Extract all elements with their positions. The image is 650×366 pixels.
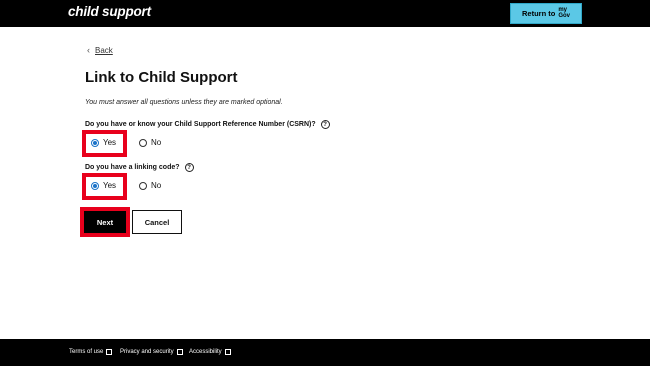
- external-link-icon: [224, 349, 231, 355]
- footer-link-privacy[interactable]: Privacy and security: [120, 349, 183, 355]
- help-icon[interactable]: ?: [184, 163, 194, 172]
- mygov-logo: my Gov: [558, 7, 570, 19]
- external-link-icon: [106, 349, 113, 355]
- radio-csrn-no-label: No: [151, 138, 162, 147]
- site-footer: Terms of use Privacy and security Access…: [0, 339, 650, 366]
- radio-csrn-yes[interactable]: Yes: [91, 138, 116, 147]
- brand-logo[interactable]: child support: [68, 4, 151, 19]
- footer-link-privacy-label: Privacy and security: [120, 349, 174, 355]
- next-button[interactable]: Next: [84, 211, 126, 233]
- radio-selected-icon: [91, 181, 99, 190]
- external-link-icon: [176, 349, 183, 355]
- question-linking-code: Do you have a linking code? ?: [85, 163, 194, 172]
- page-title: Link to Child Support: [85, 69, 238, 86]
- radio-csrn-no[interactable]: No: [139, 138, 161, 147]
- radio-linking-no-label: No: [151, 181, 162, 190]
- site-header: child support Return to my Gov: [0, 0, 650, 27]
- radio-linking-yes-label: Yes: [103, 181, 117, 190]
- footer-link-terms[interactable]: Terms of use: [69, 349, 113, 355]
- return-to-mygov-button[interactable]: Return to my Gov: [510, 3, 582, 24]
- question-csrn-label: Do you have or know your Child Support R…: [85, 121, 316, 128]
- radio-linking-yes[interactable]: Yes: [91, 181, 116, 190]
- chevron-left-icon: ‹: [87, 45, 90, 55]
- question-linking-code-label: Do you have a linking code?: [85, 164, 180, 171]
- help-icon[interactable]: ?: [320, 120, 330, 129]
- footer-link-accessibility[interactable]: Accessibility: [189, 349, 231, 355]
- footer-link-accessibility-label: Accessibility: [189, 349, 222, 355]
- radio-unselected-icon: [139, 181, 147, 190]
- intro-text: You must answer all questions unless the…: [85, 99, 283, 106]
- back-link-label: Back: [95, 45, 113, 55]
- cancel-button[interactable]: Cancel: [132, 210, 182, 234]
- radio-selected-icon: [91, 138, 99, 147]
- return-button-label: Return to: [521, 9, 556, 18]
- radio-unselected-icon: [139, 138, 147, 147]
- radio-linking-no[interactable]: No: [139, 181, 161, 190]
- back-link[interactable]: ‹ Back: [87, 45, 113, 55]
- footer-link-terms-label: Terms of use: [69, 349, 104, 355]
- radio-csrn-yes-label: Yes: [103, 138, 117, 147]
- mygov-logo-bottom: Gov: [558, 12, 570, 19]
- question-csrn: Do you have or know your Child Support R…: [85, 120, 330, 129]
